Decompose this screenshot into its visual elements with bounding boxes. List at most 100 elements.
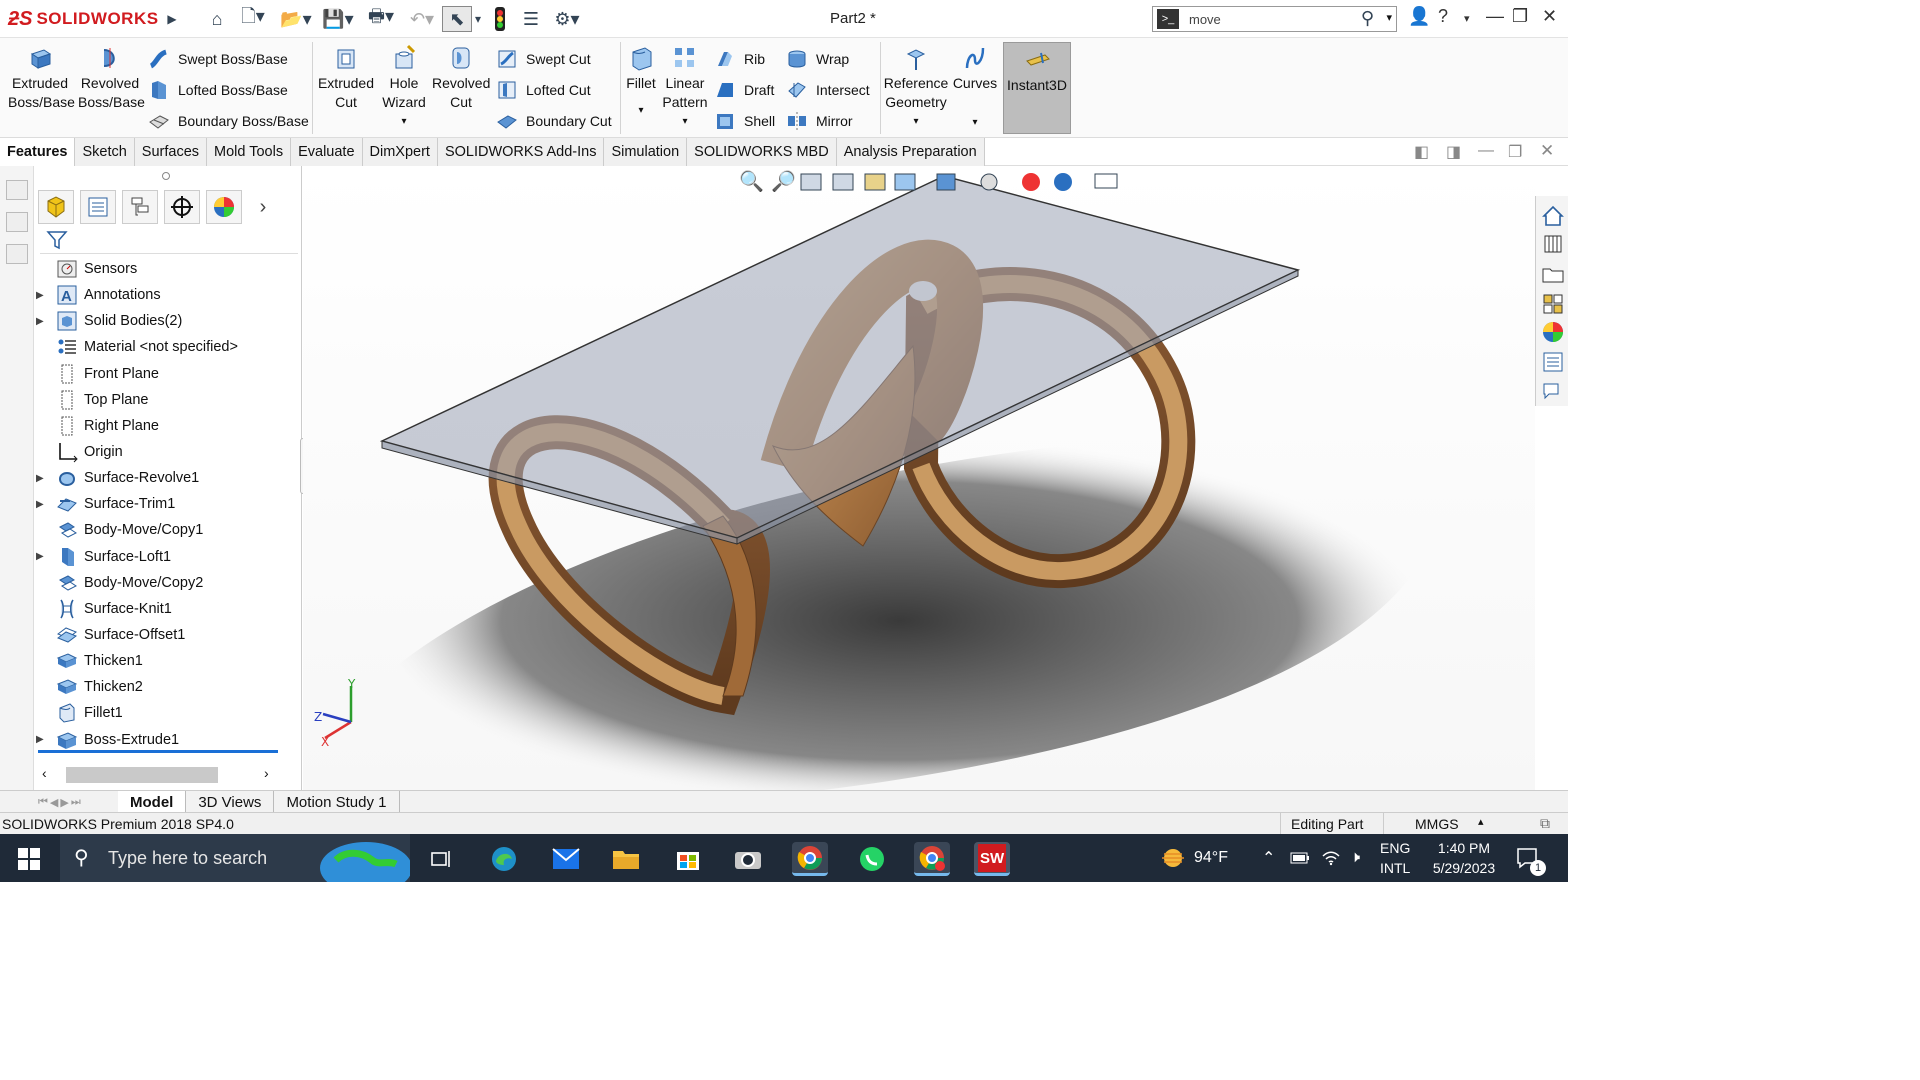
search-input[interactable] <box>1189 11 1349 27</box>
rollback-bar[interactable] <box>38 750 278 753</box>
viewport-restore-icon[interactable]: ❐ <box>1508 142 1522 162</box>
swept-boss-button[interactable]: Swept Boss/Base <box>148 46 288 72</box>
expand-arrow-icon[interactable]: ▶ <box>36 473 44 484</box>
restore-icon[interactable]: ❐ <box>1512 6 1528 27</box>
draft-button[interactable]: Draft <box>714 77 774 103</box>
chevron-right-icon[interactable]: › <box>248 190 278 224</box>
tree-item-surface-loft1[interactable]: ▶ Surface-Loft1 <box>34 544 280 570</box>
scroll-thumb[interactable] <box>66 767 218 783</box>
expand-arrow-icon[interactable]: ▶ <box>36 734 44 745</box>
viewport-tile-left-icon[interactable]: ◧ <box>1414 142 1429 162</box>
tab-evaluate[interactable]: Evaluate <box>291 138 363 166</box>
tree-item-annotations[interactable]: ▶ A Annotations <box>34 282 280 308</box>
file-explorer-taskbar-icon[interactable] <box>608 842 644 876</box>
rib-button[interactable]: Rib <box>714 46 765 72</box>
tree-item-origin[interactable]: Origin <box>34 439 280 465</box>
volume-icon[interactable]: 🕨 <box>1350 834 1360 882</box>
chrome-profile-icon[interactable] <box>914 842 950 876</box>
tree-filter[interactable] <box>40 226 298 254</box>
tab-analysis-preparation[interactable]: Analysis Preparation <box>836 138 985 166</box>
tree-item-material[interactable]: Material <not specified> <box>34 334 280 360</box>
tab-sketch[interactable]: Sketch <box>75 138 135 166</box>
print-icon[interactable]: 🖶▾ <box>362 6 400 32</box>
revolved-boss-button[interactable]: Revolved Boss/Base <box>78 44 145 112</box>
hole-wizard-button[interactable]: Hole Wizard ▾ <box>378 44 430 131</box>
viewport-close-icon[interactable]: ✕ <box>1540 141 1554 161</box>
shell-button[interactable]: Shell <box>714 108 775 134</box>
mirror-button[interactable]: Mirror <box>786 108 853 134</box>
options-gear-icon[interactable]: ⚙▾ <box>548 6 586 32</box>
dimxpert-manager-tab-icon[interactable] <box>164 190 200 224</box>
viewport-tile-right-icon[interactable]: ◨ <box>1446 142 1461 162</box>
last-tab-icon[interactable]: ⏭ <box>71 796 81 809</box>
taskbar-search-input[interactable] <box>108 847 308 869</box>
linear-pattern-dropdown-icon[interactable]: ▾ <box>682 112 687 131</box>
tab-features[interactable]: Features <box>0 138 76 166</box>
save-icon[interactable]: 💾▾ <box>318 6 358 32</box>
fillet-dropdown-icon[interactable]: ▾ <box>638 101 643 120</box>
tab-mold-tools[interactable]: Mold Tools <box>207 138 292 166</box>
linear-pattern-button[interactable]: Linear Pattern ▾ <box>662 44 708 131</box>
hole-wizard-dropdown-icon[interactable]: ▾ <box>401 112 406 131</box>
tree-item-surface-trim1[interactable]: ▶ Surface-Trim1 <box>34 491 280 517</box>
home-icon[interactable]: ⌂ <box>204 6 230 32</box>
wrap-button[interactable]: Wrap <box>786 46 849 72</box>
tab-mbd[interactable]: SOLIDWORKS MBD <box>687 138 837 166</box>
tree-item-fillet1[interactable]: Fillet1 <box>34 700 280 726</box>
property-manager-tab-icon[interactable] <box>80 190 116 224</box>
tree-item-body-move-copy1[interactable]: Body-Move/Copy1 <box>34 517 280 543</box>
intersect-button[interactable]: Intersect <box>786 77 870 103</box>
expand-arrow-icon[interactable]: ▶ <box>36 316 44 327</box>
solidworks-taskbar-icon[interactable]: SW <box>974 842 1010 876</box>
expand-arrow-icon[interactable]: ▶ <box>36 499 44 510</box>
tab-simulation[interactable]: Simulation <box>604 138 688 166</box>
tab-dimxpert[interactable]: DimXpert <box>362 138 438 166</box>
scroll-left-icon[interactable]: ‹ <box>42 765 47 781</box>
prev-tab-icon[interactable]: ◀ <box>50 796 58 809</box>
command-search-box[interactable]: >_ ⚲ ▾ <box>1152 6 1397 32</box>
tab-model[interactable]: Model <box>118 791 187 813</box>
scroll-right-icon[interactable]: › <box>264 765 269 781</box>
tree-item-surface-offset1[interactable]: Surface-Offset1 <box>34 622 280 648</box>
panel-handle-icon[interactable] <box>162 172 170 180</box>
taskbar-search[interactable]: ⚲ <box>60 834 410 882</box>
search-icon[interactable]: ⚲ <box>1361 8 1374 29</box>
tree-item-right-plane[interactable]: Right Plane <box>34 413 280 439</box>
tree-item-front-plane[interactable]: Front Plane <box>34 361 280 387</box>
unit-system[interactable]: MMGS <box>1415 816 1459 832</box>
graphics-area[interactable]: 🔍 🔎 Y Z X <box>303 166 1535 790</box>
search-dropdown-icon[interactable]: ▾ <box>1386 11 1392 24</box>
viewport-minimize-icon[interactable]: — <box>1478 142 1494 160</box>
tree-item-solid-bodies[interactable]: ▶ Solid Bodies(2) <box>34 308 280 334</box>
rebuild-icon[interactable] <box>490 6 510 32</box>
microsoft-store-icon[interactable] <box>670 842 706 876</box>
minimize-icon[interactable]: — <box>1486 6 1504 27</box>
feature-tree-tab-icon[interactable] <box>38 190 74 224</box>
tree-item-boss-extrude1[interactable]: ▶ Boss-Extrude1 <box>34 727 280 753</box>
new-document-icon[interactable]: 🗋▾ <box>238 6 268 32</box>
tree-item-body-move-copy2[interactable]: Body-Move/Copy2 <box>34 570 280 596</box>
notification-center-icon[interactable]: 1 <box>1516 834 1546 882</box>
custom-properties-icon[interactable] <box>1541 350 1565 374</box>
task-view-icon[interactable] <box>424 842 460 876</box>
feature-toggle-icon[interactable] <box>6 212 28 232</box>
forum-icon[interactable] <box>1541 380 1565 404</box>
select-icon[interactable]: ⬉ <box>442 6 472 32</box>
instant3d-button[interactable]: Instant3D <box>1003 42 1071 134</box>
wifi-icon[interactable] <box>1322 834 1340 882</box>
fillet-button[interactable]: Fillet ▾ <box>622 44 660 120</box>
tree-item-sensors[interactable]: Sensors <box>34 256 280 282</box>
show-hidden-icons-icon[interactable]: ⌃ <box>1262 834 1275 882</box>
camera-icon[interactable] <box>730 842 766 876</box>
model-view[interactable]: 🔍 🔎 Y Z X <box>303 166 1535 790</box>
tab-addins[interactable]: SOLIDWORKS Add-Ins <box>437 138 605 166</box>
file-explorer-icon[interactable] <box>1541 262 1565 286</box>
close-icon[interactable]: ✕ <box>1542 6 1557 27</box>
clock[interactable]: 1:40 PM 5/29/2023 <box>1426 834 1502 882</box>
open-icon[interactable]: 📂▾ <box>276 6 316 32</box>
boundary-boss-button[interactable]: Boundary Boss/Base <box>148 108 309 134</box>
first-tab-icon[interactable]: ⏮ <box>38 796 48 809</box>
boundary-cut-button[interactable]: Boundary Cut <box>496 108 612 134</box>
lofted-cut-button[interactable]: Lofted Cut <box>496 77 591 103</box>
edge-browser-icon[interactable] <box>486 842 522 876</box>
